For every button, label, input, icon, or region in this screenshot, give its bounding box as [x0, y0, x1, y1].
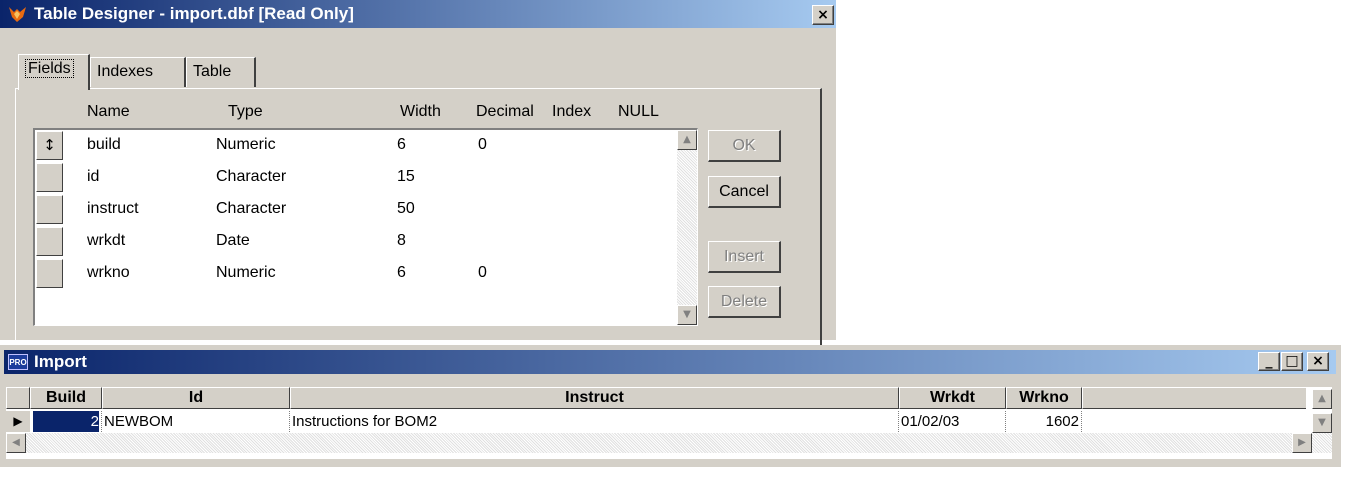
fields-vertical-scrollbar[interactable]: ▲ ▼ — [677, 130, 697, 325]
field-width[interactable]: 50 — [397, 200, 415, 218]
scroll-up-icon[interactable]: ▲ — [1312, 389, 1332, 409]
tab-indexes-label: Indexes — [97, 63, 154, 80]
fox-icon — [9, 7, 26, 22]
field-name[interactable]: wrkno — [87, 264, 130, 282]
field-type[interactable]: Numeric — [216, 136, 276, 154]
maximize-icon: □ — [1285, 353, 1299, 369]
tab-table-label: Table — [193, 63, 232, 80]
table-designer-window: Table Designer - import.dbf [Read Only] … — [0, 0, 836, 349]
field-row[interactable]: wrkdt Date 8 — [35, 226, 675, 258]
close-icon: × — [817, 7, 829, 23]
ok-button[interactable]: OK — [708, 130, 781, 162]
close-button[interactable]: × — [812, 5, 834, 25]
field-type[interactable]: Numeric — [216, 264, 276, 282]
row-mover-button[interactable]: ↕ — [36, 131, 63, 160]
field-decimal[interactable]: 0 — [478, 136, 487, 154]
insert-button[interactable]: Insert — [708, 241, 781, 273]
scroll-left-icon[interactable]: ◀ — [6, 433, 26, 453]
cell-wrkdt[interactable]: 01/02/03 — [899, 411, 1006, 432]
tab-fields[interactable]: Fields — [18, 54, 90, 90]
import-browse-window: PRO Import _ □ × Build Id Instruct Wrkdt… — [0, 345, 1341, 467]
row-mover-button[interactable] — [36, 195, 63, 224]
designer-title: Table Designer - import.dbf [Read Only] — [34, 4, 354, 23]
col-header-wrkno[interactable]: Wrkno — [1006, 387, 1082, 409]
scroll-down-icon[interactable]: ▼ — [677, 305, 697, 325]
maximize-button[interactable]: □ — [1281, 352, 1303, 371]
col-header-index: Index — [552, 103, 592, 120]
col-header-build[interactable]: Build — [30, 387, 102, 409]
field-width[interactable]: 15 — [397, 168, 415, 186]
cell-wrkno[interactable]: 1602 — [1006, 411, 1082, 432]
field-row[interactable]: id Character 15 — [35, 162, 675, 194]
field-decimal[interactable]: 0 — [478, 264, 487, 282]
import-titlebar[interactable]: PRO Import _ □ × — [4, 350, 1336, 374]
row-mover-button[interactable] — [36, 259, 63, 288]
minimize-button[interactable]: _ — [1258, 352, 1280, 371]
record-pointer-icon[interactable]: ▶ — [6, 411, 30, 432]
cell-instruct[interactable]: Instructions for BOM2 — [290, 411, 899, 432]
cancel-button[interactable]: Cancel — [708, 176, 781, 208]
col-header-name: Name — [87, 103, 130, 120]
cell-build-value[interactable]: 2 — [33, 411, 99, 432]
foxpro-icon: PRO — [8, 354, 28, 370]
delete-button[interactable]: Delete — [708, 286, 781, 318]
move-updown-icon: ↕ — [43, 136, 56, 154]
scroll-down-icon[interactable]: ▼ — [1312, 413, 1332, 433]
col-header-decimal: Decimal — [476, 103, 534, 120]
field-name[interactable]: instruct — [87, 200, 139, 218]
col-header-wrkdt[interactable]: Wrkdt — [899, 387, 1006, 409]
field-type[interactable]: Character — [216, 200, 286, 218]
field-width[interactable]: 8 — [397, 232, 406, 250]
row-mover-button[interactable] — [36, 227, 63, 256]
minimize-icon: _ — [1265, 353, 1273, 369]
col-header-type: Type — [228, 103, 263, 120]
col-header-id[interactable]: Id — [102, 387, 290, 409]
fields-grid[interactable]: ↕ build Numeric 6 0 id Character 15 inst… — [33, 128, 698, 326]
close-button[interactable]: × — [1307, 352, 1329, 371]
close-icon: × — [1312, 353, 1324, 369]
import-title: Import — [34, 352, 87, 371]
tab-indexes[interactable]: Indexes — [90, 57, 186, 87]
col-header-width: Width — [400, 103, 441, 120]
field-row[interactable]: wrkno Numeric 6 0 — [35, 258, 675, 290]
field-type[interactable]: Date — [216, 232, 250, 250]
col-header-null: NULL — [618, 103, 659, 120]
field-width[interactable]: 6 — [397, 136, 406, 154]
row-header-corner — [6, 387, 30, 409]
field-name[interactable]: id — [87, 168, 99, 186]
tab-table[interactable]: Table — [186, 57, 256, 87]
field-row[interactable]: instruct Character 50 — [35, 194, 675, 226]
tab-fields-label: Fields — [25, 59, 74, 78]
row-mover-button[interactable] — [36, 163, 63, 192]
browse-grid[interactable]: Build Id Instruct Wrkdt Wrkno ▲ ▶ 2 NEWB… — [6, 387, 1332, 459]
designer-titlebar[interactable]: Table Designer - import.dbf [Read Only] … — [0, 0, 836, 28]
cell-id[interactable]: NEWBOM — [102, 411, 290, 432]
field-row[interactable]: ↕ build Numeric 6 0 — [35, 130, 675, 162]
header-filler — [1082, 387, 1306, 409]
col-header-instruct[interactable]: Instruct — [290, 387, 899, 409]
field-name[interactable]: build — [87, 136, 121, 154]
cell-build[interactable]: 2 — [30, 411, 102, 432]
field-width[interactable]: 6 — [397, 264, 406, 282]
horizontal-scrollbar[interactable]: ◀ ▶ — [6, 433, 1332, 453]
scroll-right-icon[interactable]: ▶ — [1292, 433, 1312, 453]
scroll-up-icon[interactable]: ▲ — [677, 130, 697, 150]
field-type[interactable]: Character — [216, 168, 286, 186]
field-name[interactable]: wrkdt — [87, 232, 125, 250]
